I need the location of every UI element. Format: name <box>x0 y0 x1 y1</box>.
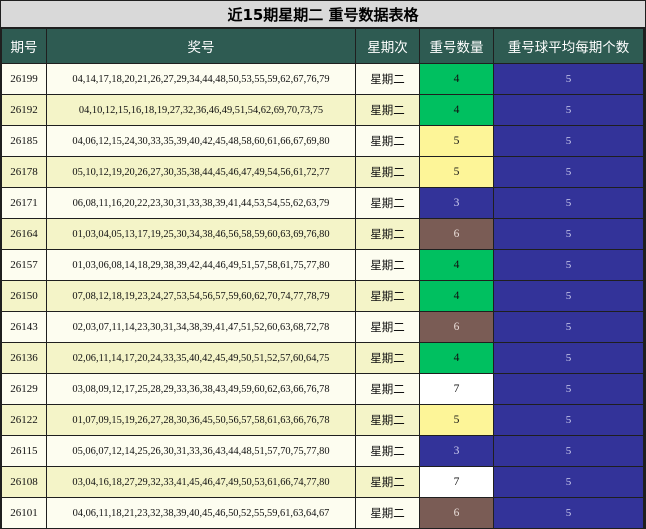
numbers-cell: 02,03,07,11,14,23,30,31,34,38,39,41,47,5… <box>47 312 355 342</box>
numbers-cell: 05,10,12,19,20,26,27,30,35,38,44,45,46,4… <box>47 157 355 187</box>
count-cell: 7 <box>420 467 493 497</box>
period-cell: 26150 <box>2 281 46 311</box>
day-cell: 星期二 <box>356 405 419 435</box>
day-cell: 星期二 <box>356 312 419 342</box>
numbers-cell: 05,06,07,12,14,25,26,30,31,33,36,43,44,4… <box>47 436 355 466</box>
day-cell: 星期二 <box>356 436 419 466</box>
period-cell: 26143 <box>2 312 46 342</box>
header-numbers: 奖号 <box>47 29 355 63</box>
table-row: 26185 04,06,12,15,24,30,33,35,39,40,42,45… <box>2 126 643 156</box>
count-cell: 3 <box>420 436 493 466</box>
average-cell: 5 <box>494 312 643 342</box>
table-row: 26157 01,03,06,08,14,18,29,38,39,42,44,46… <box>2 250 643 280</box>
count-cell: 4 <box>420 64 493 94</box>
average-cell: 5 <box>494 281 643 311</box>
table-row: 26192 04,10,12,15,16,18,19,27,32,36,46,49… <box>2 95 643 125</box>
average-cell: 5 <box>494 374 643 404</box>
period-cell: 26122 <box>2 405 46 435</box>
table-row: 26136 02,06,11,14,17,20,24,33,35,40,42,45… <box>2 343 643 373</box>
count-cell: 6 <box>420 312 493 342</box>
header-day: 星期次 <box>356 29 419 63</box>
repeat-number-table: 期号 奖号 星期次 重号数量 重号球平均每期个数 26199 04,14,17,1… <box>1 28 644 529</box>
count-cell: 7 <box>420 374 493 404</box>
table-row: 26171 06,08,11,16,20,22,23,30,31,33,38,39… <box>2 188 643 218</box>
day-cell: 星期二 <box>356 343 419 373</box>
average-cell: 5 <box>494 498 643 528</box>
average-cell: 5 <box>494 219 643 249</box>
count-cell: 5 <box>420 405 493 435</box>
period-cell: 26185 <box>2 126 46 156</box>
numbers-cell: 02,06,11,14,17,20,24,33,35,40,42,45,49,5… <box>47 343 355 373</box>
table-row: 26150 07,08,12,18,19,23,24,27,53,54,56,57… <box>2 281 643 311</box>
day-cell: 星期二 <box>356 219 419 249</box>
day-cell: 星期二 <box>356 126 419 156</box>
header-row: 期号 奖号 星期次 重号数量 重号球平均每期个数 <box>2 29 643 63</box>
table-title: 近15期星期二 重号数据表格 <box>1 1 645 27</box>
table-row: 26164 01,03,04,05,13,17,19,25,30,34,38,46… <box>2 219 643 249</box>
day-cell: 星期二 <box>356 64 419 94</box>
count-cell: 4 <box>420 250 493 280</box>
average-cell: 5 <box>494 188 643 218</box>
table-row: 26178 05,10,12,19,20,26,27,30,35,38,44,45… <box>2 157 643 187</box>
header-period: 期号 <box>2 29 46 63</box>
period-cell: 26171 <box>2 188 46 218</box>
day-cell: 星期二 <box>356 250 419 280</box>
count-cell: 4 <box>420 95 493 125</box>
count-cell: 6 <box>420 219 493 249</box>
period-cell: 26129 <box>2 374 46 404</box>
table-row: 26199 04,14,17,18,20,21,26,27,29,34,44,48… <box>2 64 643 94</box>
table-row: 26143 02,03,07,11,14,23,30,31,34,38,39,41… <box>2 312 643 342</box>
table-row: 26122 01,07,09,15,19,26,27,28,30,36,45,50… <box>2 405 643 435</box>
table-row: 26101 04,06,11,18,21,23,32,38,39,40,45,46… <box>2 498 643 528</box>
day-cell: 星期二 <box>356 374 419 404</box>
day-cell: 星期二 <box>356 95 419 125</box>
numbers-cell: 04,06,12,15,24,30,33,35,39,40,42,45,48,5… <box>47 126 355 156</box>
period-cell: 26136 <box>2 343 46 373</box>
numbers-cell: 03,04,16,18,27,29,32,33,41,45,46,47,49,5… <box>47 467 355 497</box>
day-cell: 星期二 <box>356 498 419 528</box>
average-cell: 5 <box>494 467 643 497</box>
numbers-cell: 04,10,12,15,16,18,19,27,32,36,46,49,51,5… <box>47 95 355 125</box>
period-cell: 26157 <box>2 250 46 280</box>
count-cell: 6 <box>420 498 493 528</box>
numbers-cell: 04,14,17,18,20,21,26,27,29,34,44,48,50,5… <box>47 64 355 94</box>
table-container: 近15期星期二 重号数据表格 期号 奖号 星期次 重号数量 重号球平均每期个数 … <box>0 0 646 529</box>
table-row: 26108 03,04,16,18,27,29,32,33,41,45,46,47… <box>2 467 643 497</box>
period-cell: 26108 <box>2 467 46 497</box>
period-cell: 26164 <box>2 219 46 249</box>
average-cell: 5 <box>494 250 643 280</box>
period-cell: 26199 <box>2 64 46 94</box>
header-average: 重号球平均每期个数 <box>494 29 643 63</box>
period-cell: 26101 <box>2 498 46 528</box>
numbers-cell: 06,08,11,16,20,22,23,30,31,33,38,39,41,4… <box>47 188 355 218</box>
average-cell: 5 <box>494 64 643 94</box>
average-cell: 5 <box>494 405 643 435</box>
numbers-cell: 03,08,09,12,17,25,28,29,33,36,38,43,49,5… <box>47 374 355 404</box>
table-row: 26115 05,06,07,12,14,25,26,30,31,33,36,43… <box>2 436 643 466</box>
count-cell: 5 <box>420 157 493 187</box>
count-cell: 4 <box>420 281 493 311</box>
average-cell: 5 <box>494 95 643 125</box>
average-cell: 5 <box>494 126 643 156</box>
numbers-cell: 07,08,12,18,19,23,24,27,53,54,56,57,59,6… <box>47 281 355 311</box>
average-cell: 5 <box>494 157 643 187</box>
header-count: 重号数量 <box>420 29 493 63</box>
count-cell: 3 <box>420 188 493 218</box>
numbers-cell: 01,03,04,05,13,17,19,25,30,34,38,46,56,5… <box>47 219 355 249</box>
numbers-cell: 01,07,09,15,19,26,27,28,30,36,45,50,56,5… <box>47 405 355 435</box>
count-cell: 5 <box>420 126 493 156</box>
count-cell: 4 <box>420 343 493 373</box>
average-cell: 5 <box>494 343 643 373</box>
table-row: 26129 03,08,09,12,17,25,28,29,33,36,38,43… <box>2 374 643 404</box>
numbers-cell: 01,03,06,08,14,18,29,38,39,42,44,46,49,5… <box>47 250 355 280</box>
numbers-cell: 04,06,11,18,21,23,32,38,39,40,45,46,50,5… <box>47 498 355 528</box>
period-cell: 26192 <box>2 95 46 125</box>
period-cell: 26178 <box>2 157 46 187</box>
day-cell: 星期二 <box>356 157 419 187</box>
period-cell: 26115 <box>2 436 46 466</box>
average-cell: 5 <box>494 436 643 466</box>
day-cell: 星期二 <box>356 467 419 497</box>
day-cell: 星期二 <box>356 188 419 218</box>
day-cell: 星期二 <box>356 281 419 311</box>
